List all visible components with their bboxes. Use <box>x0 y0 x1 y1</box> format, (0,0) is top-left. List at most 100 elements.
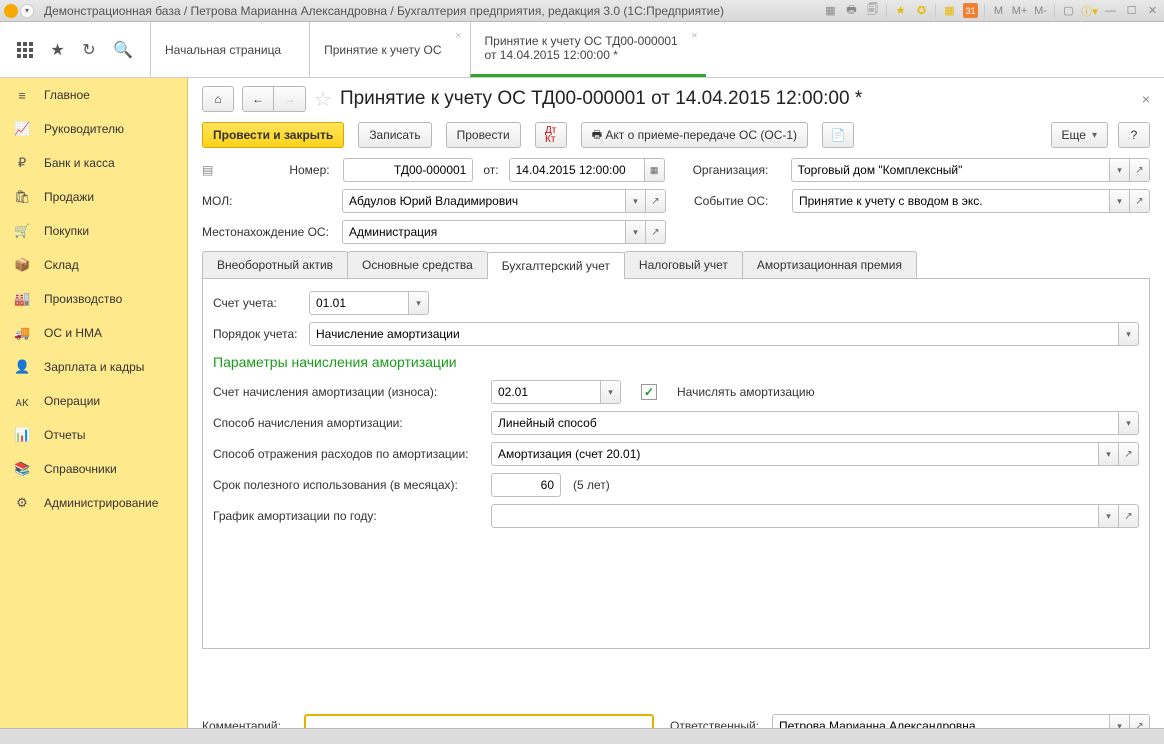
print-act-button[interactable]: 🖶 Акт о приеме-передаче ОС (ОС-1) <box>581 122 808 148</box>
home-button[interactable]: ⌂ <box>202 86 234 112</box>
open-button[interactable]: ↗ <box>1130 189 1150 213</box>
tab-doc2[interactable]: Принятие к учету ОС ТД00-000001 от 14.04… <box>470 22 706 77</box>
star-icon[interactable]: ★ <box>50 40 64 60</box>
app-menu-dropdown[interactable]: ▾ <box>20 4 34 18</box>
number-input[interactable]: ТД00-000001 <box>343 158 473 182</box>
event-field[interactable]: Принятие к учету с вводом в экс. ▾ ↗ <box>792 189 1150 213</box>
mol-field[interactable]: Абдулов Юрий Владимирович ▾ ↗ <box>342 189 666 213</box>
dropdown-button[interactable]: ▾ <box>1110 189 1130 213</box>
post-and-close-button[interactable]: Провести и закрыть <box>202 122 344 148</box>
maximize-button[interactable]: ☐ <box>1124 3 1139 18</box>
sidebar-item[interactable]: 📊Отчеты <box>0 418 187 452</box>
sidebar-item[interactable]: 🏭Производство <box>0 282 187 316</box>
search-icon[interactable]: 🔍 <box>113 40 133 60</box>
sidebar-item-label: Банк и касса <box>44 156 115 170</box>
tab-close-icon[interactable]: × <box>455 30 461 42</box>
open-button[interactable]: ↗ <box>1130 158 1150 182</box>
tab-fixed-assets[interactable]: Основные средства <box>347 251 488 278</box>
useful-life-label: Срок полезного использования (в месяцах)… <box>213 478 485 492</box>
sidebar-item[interactable]: 🛍Продажи <box>0 180 187 214</box>
minimize-button[interactable]: — <box>1103 3 1118 18</box>
dropdown-button[interactable]: ▾ <box>1099 442 1119 466</box>
sidebar-item[interactable]: 📦Склад <box>0 248 187 282</box>
tab-home[interactable]: Начальная страница <box>150 22 309 77</box>
apps-icon[interactable] <box>17 42 33 58</box>
depr-method-field[interactable]: Линейный способ ▾ <box>491 411 1139 435</box>
order-field[interactable]: Начисление амортизации ▾ <box>309 322 1139 346</box>
nav-iconstrip: ★ ↻ 🔍 <box>0 22 150 77</box>
close-button[interactable]: ✕ <box>1145 3 1160 18</box>
tab-accounting[interactable]: Бухгалтерский учет <box>487 252 625 279</box>
dropdown-button[interactable]: ▾ <box>1119 322 1139 346</box>
tab-label: Принятие к учету ОС <box>324 43 441 57</box>
forward-button[interactable]: → <box>274 86 306 112</box>
dropdown-button[interactable]: ▾ <box>626 189 646 213</box>
sidebar-item[interactable]: 📚Справочники <box>0 452 187 486</box>
write-button[interactable]: Записать <box>358 122 431 148</box>
tab-tax[interactable]: Налоговый учет <box>624 251 743 278</box>
more-button[interactable]: Еще <box>1051 122 1108 148</box>
m-plus-icon[interactable]: M+ <box>1012 3 1027 18</box>
loc-label: Местонахождение ОС: <box>202 225 336 239</box>
printer-icon: 🖶 <box>592 126 602 145</box>
sidebar-item[interactable]: ᴀᴋОперации <box>0 384 187 418</box>
sidebar-item[interactable]: 🚚ОС и НМА <box>0 316 187 350</box>
date-field[interactable]: 14.04.2015 12:00:00 ▦ <box>509 158 665 182</box>
calendar-icon[interactable]: 31 <box>963 3 978 18</box>
history-icon[interactable]: ↻ <box>82 40 95 60</box>
expense-method-field[interactable]: Амортизация (счет 20.01) ▾ ↗ <box>491 442 1139 466</box>
sidebar-item[interactable]: ≡Главное <box>0 78 187 112</box>
sidebar-item-label: Руководителю <box>44 122 124 136</box>
window-title: Демонстрационная база / Петрова Марианна… <box>44 4 724 18</box>
value: 02.01 <box>498 385 528 399</box>
dropdown-button[interactable]: ▾ <box>601 380 621 404</box>
dropdown-button[interactable]: ▾ <box>1119 411 1139 435</box>
dropdown-button[interactable]: ▾ <box>1110 158 1130 182</box>
history-icon[interactable]: ✪ <box>914 3 929 18</box>
tab-noncurrent-asset[interactable]: Внеоборотный актив <box>202 251 348 278</box>
form-mode-icon[interactable]: ▤ <box>202 163 213 177</box>
post-button[interactable]: Провести <box>446 122 521 148</box>
sidebar-item[interactable]: 📈Руководителю <box>0 112 187 146</box>
movements-button[interactable]: ДтКт <box>535 122 567 148</box>
org-field[interactable]: Торговый дом "Комплексный" ▾ ↗ <box>791 158 1150 182</box>
tb-icon[interactable]: 🗐 <box>865 3 880 18</box>
open-button[interactable]: ↗ <box>1119 504 1139 528</box>
loc-field[interactable]: Администрация ▾ ↗ <box>342 220 666 244</box>
sidebar-item[interactable]: ₽Банк и касса <box>0 146 187 180</box>
dropdown-button[interactable]: ▾ <box>1099 504 1119 528</box>
m-minus-icon[interactable]: M- <box>1033 3 1048 18</box>
favorite-icon[interactable]: ★ <box>893 3 908 18</box>
open-button[interactable]: ↗ <box>646 220 666 244</box>
account-label: Счет учета: <box>213 296 303 310</box>
dropdown-button[interactable]: ▾ <box>409 291 429 315</box>
sidebar-item[interactable]: ⚙Администрирование <box>0 486 187 520</box>
account-field[interactable]: 01.01 ▾ <box>309 291 429 315</box>
tb-icon[interactable]: ▦ <box>823 3 838 18</box>
sidebar-item[interactable]: 👤Зарплата и кадры <box>0 350 187 384</box>
useful-life-input[interactable]: 60 <box>491 473 561 497</box>
open-button[interactable]: ↗ <box>646 189 666 213</box>
back-button[interactable]: ← <box>242 86 274 112</box>
tab-doc1[interactable]: Принятие к учету ОС × <box>309 22 469 77</box>
tab-depr-bonus[interactable]: Амортизационная премия <box>742 251 917 278</box>
subtabs: Внеоборотный актив Основные средства Бух… <box>202 251 1150 279</box>
m-icon[interactable]: M <box>991 3 1006 18</box>
favorite-star-icon[interactable]: ☆ <box>314 87 332 112</box>
page-close-icon[interactable]: × <box>1142 91 1150 107</box>
sidebar-item-label: Продажи <box>44 190 94 204</box>
sidebar-item[interactable]: 🛒Покупки <box>0 214 187 248</box>
depr-account-field[interactable]: 02.01 ▾ <box>491 380 621 404</box>
calc-icon[interactable]: ▦ <box>942 3 957 18</box>
panel-icon[interactable]: ▢ <box>1061 3 1076 18</box>
tb-icon[interactable]: 🖶 <box>844 3 859 18</box>
tab-close-icon[interactable]: × <box>691 30 697 42</box>
calendar-button[interactable]: ▦ <box>645 158 665 182</box>
dropdown-button[interactable]: ▾ <box>626 220 646 244</box>
depr-graph-field[interactable]: ▾ ↗ <box>491 504 1139 528</box>
help-button[interactable]: ? <box>1118 122 1150 148</box>
attachments-button[interactable]: 📄 <box>822 122 854 148</box>
info-icon[interactable]: ⓘ▾ <box>1082 3 1097 18</box>
calc-depr-checkbox[interactable]: ✓ <box>641 384 657 400</box>
open-button[interactable]: ↗ <box>1119 442 1139 466</box>
